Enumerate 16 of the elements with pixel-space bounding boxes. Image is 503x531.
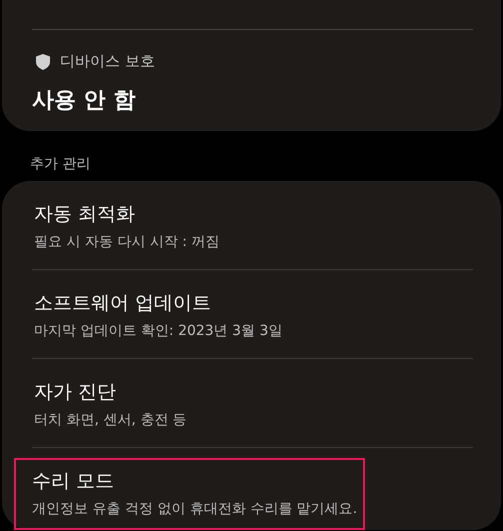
item-title: 수리 모드 [32,469,116,494]
protection-value: 사용 안 함 [32,87,136,115]
section-title: 추가 관리 [29,155,92,174]
settings-item[interactable]: 자가 진단 터치 화면, 센서, 충전 등 [2,359,473,447]
protection-label: 디바이스 보호 [60,52,155,71]
shield-icon [36,54,50,70]
item-subtitle: 필요 시 자동 다시 시작 : 꺼짐 [34,233,220,251]
item-title: 자가 진단 [34,380,118,405]
item-subtitle: 마지막 업데이트 확인: 2023년 3월 3일 [34,322,284,340]
item-title: 자동 최적화 [34,202,136,227]
settings-item[interactable]: 수리 모드 개인정보 유출 걱정 없이 휴대전화 수리를 맡기세요. [14,458,365,530]
settings-item[interactable]: 소프트웨어 업데이트 마지막 업데이트 확인: 2023년 3월 3일 [2,270,473,358]
item-title: 소프트웨어 업데이트 [34,291,212,316]
settings-item[interactable]: 자동 최적화 필요 시 자동 다시 시작 : 꺼짐 [2,181,473,269]
item-subtitle: 개인정보 유출 걱정 없이 휴대전화 수리를 맡기세요. [32,500,358,518]
item-subtitle: 터치 화면, 센서, 충전 등 [34,411,188,429]
